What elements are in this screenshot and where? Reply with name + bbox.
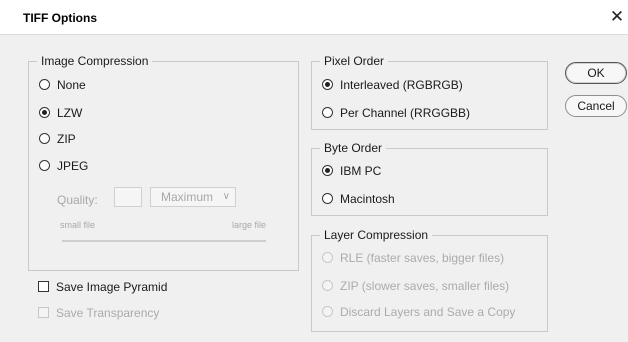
radio-label: Interleaved (RGBRGB) (340, 78, 463, 92)
radio-button[interactable] (322, 107, 333, 118)
radio-label: LZW (57, 106, 83, 120)
checkbox (38, 307, 49, 318)
pixel-order-legend: Pixel Order (320, 54, 389, 68)
quality-slider (62, 240, 266, 242)
chevron-down-icon: ∨ (222, 191, 230, 202)
dialog-title: TIFF Options (23, 11, 97, 25)
radio-label: ZIP (57, 132, 76, 146)
radio-label: JPEG (57, 159, 89, 173)
ok-button[interactable]: OK (565, 62, 627, 84)
quality-select-value: Maximum (161, 190, 214, 204)
checkbox[interactable] (38, 281, 49, 292)
radio-label: ZIP (slower saves, smaller files) (340, 279, 510, 293)
radio-label: Per Channel (RRGGBB) (340, 106, 471, 120)
radio-button[interactable] (39, 133, 50, 144)
radio-button[interactable] (322, 79, 333, 90)
radio-button (322, 306, 333, 317)
quality-select: Maximum ∨ (150, 187, 236, 207)
title-bar: TIFF Options ✕ (0, 0, 628, 34)
radio-label: IBM PC (340, 164, 382, 178)
title-bar-divider (0, 34, 628, 35)
radio-button (322, 252, 333, 263)
radio-button[interactable] (39, 160, 50, 171)
layer-compression-legend: Layer Compression (320, 228, 433, 242)
radio-label: None (57, 78, 86, 92)
quality-label: Quality: (57, 193, 98, 207)
radio-label: Discard Layers and Save a Copy (340, 305, 516, 319)
radio-button (322, 280, 333, 291)
radio-button[interactable] (39, 107, 50, 118)
radio-label: Macintosh (340, 192, 395, 206)
byte-order-legend: Byte Order (320, 141, 387, 155)
image-compression-legend: Image Compression (37, 54, 153, 68)
close-icon[interactable]: ✕ (606, 4, 628, 30)
radio-button[interactable] (322, 165, 333, 176)
radio-button[interactable] (322, 193, 333, 204)
checkbox-label: Save Transparency (56, 306, 160, 320)
cancel-button[interactable]: Cancel (565, 95, 627, 117)
small-file-label: small file (60, 220, 96, 230)
radio-label: RLE (faster saves, bigger files) (340, 251, 505, 265)
radio-button[interactable] (39, 79, 50, 90)
checkbox-label: Save Image Pyramid (56, 280, 168, 294)
quality-input (114, 187, 142, 207)
large-file-label: large file (232, 220, 267, 230)
